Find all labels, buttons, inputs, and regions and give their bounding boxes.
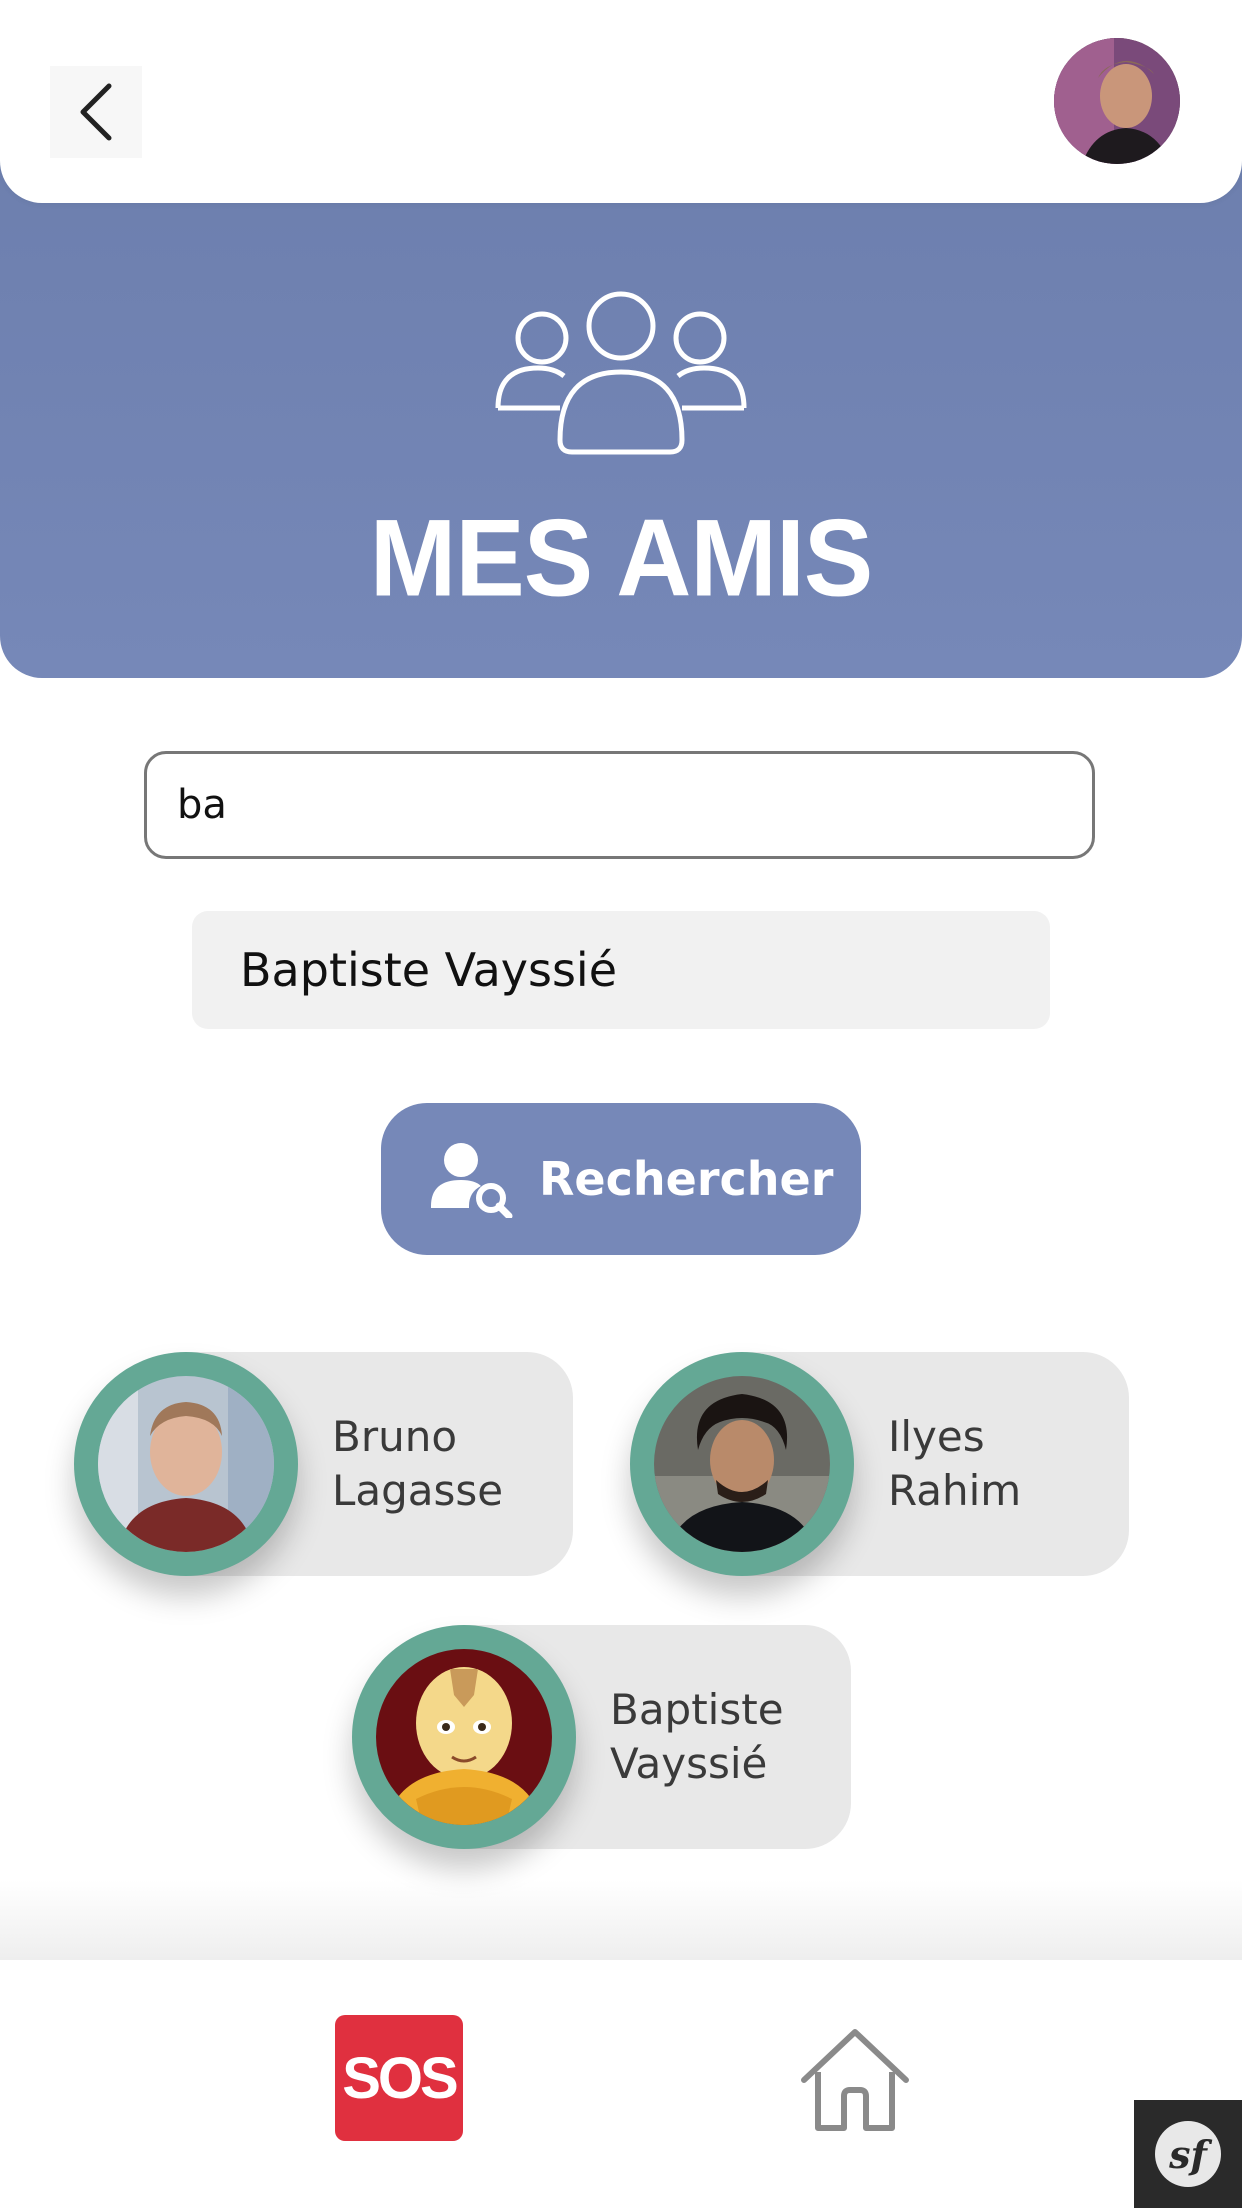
page-banner: MES AMIS <box>0 160 1242 678</box>
bottom-nav <box>0 1960 1242 2208</box>
search-button-label: Rechercher <box>539 1152 834 1206</box>
top-header <box>0 0 1242 203</box>
friend-first-name: Bruno <box>332 1412 458 1461</box>
search-button[interactable]: Rechercher <box>381 1103 861 1255</box>
sos-button[interactable]: SOS <box>335 2015 463 2141</box>
friend-search-input[interactable] <box>144 751 1095 859</box>
friend-avatar <box>376 1649 552 1825</box>
friend-card[interactable]: Ilyes Rahim <box>630 1352 1129 1576</box>
symfony-logo-icon: sf <box>1155 2121 1221 2187</box>
friend-last-name: Lagasse <box>332 1466 504 1515</box>
friend-avatar <box>654 1376 830 1552</box>
user-search-icon <box>431 1143 513 1218</box>
users-group-icon <box>495 291 747 455</box>
friend-last-name: Vayssié <box>610 1739 768 1788</box>
friend-name: Baptiste Vayssié <box>610 1683 784 1791</box>
debug-toolbar-toggle[interactable]: sf <box>1134 2100 1242 2208</box>
home-icon[interactable] <box>796 2020 914 2138</box>
friend-name: Ilyes Rahim <box>888 1410 1021 1518</box>
profile-avatar[interactable] <box>1054 38 1180 164</box>
profile-photo <box>1054 38 1180 164</box>
back-button[interactable] <box>50 66 142 158</box>
search-suggestion-item[interactable]: Baptiste Vayssié <box>192 911 1050 1029</box>
friend-last-name: Rahim <box>888 1466 1022 1515</box>
friend-avatar <box>98 1376 274 1552</box>
friend-card[interactable]: Bruno Lagasse <box>74 1352 573 1576</box>
page-title: MES AMIS <box>369 498 873 620</box>
friend-card[interactable]: Baptiste Vayssié <box>352 1625 851 1849</box>
bottom-shadow <box>0 1880 1242 1960</box>
friend-first-name: Baptiste <box>610 1685 784 1734</box>
friend-name: Bruno Lagasse <box>332 1410 503 1518</box>
friend-first-name: Ilyes <box>888 1412 985 1461</box>
chevron-left-icon <box>80 83 112 141</box>
